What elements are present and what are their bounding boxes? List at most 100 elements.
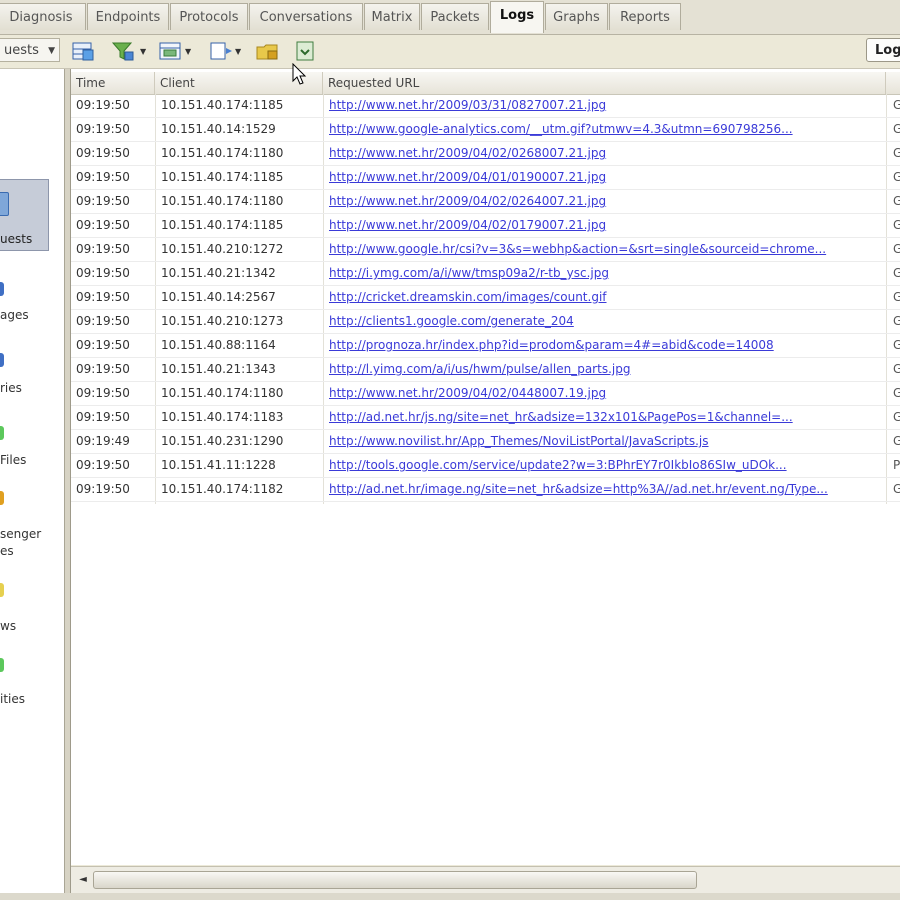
table-row[interactable]: 09:19:50 10.151.40.14:1529 http://www.goog… bbox=[71, 118, 900, 142]
scroll-thumb[interactable] bbox=[93, 871, 697, 889]
horizontal-scrollbar[interactable]: ◄ bbox=[71, 866, 900, 893]
cell-method: G bbox=[893, 290, 900, 304]
toolbar: uests ▼ ▼ ▼ ▼ Log bbox=[0, 35, 900, 69]
cell-requested-url[interactable]: http://www.net.hr/2009/04/02/0448007.19.… bbox=[329, 382, 881, 405]
tab-reports[interactable]: Reports bbox=[609, 3, 681, 30]
table-row[interactable]: 09:19:50 10.151.40.174:1185 http://www.net… bbox=[71, 214, 900, 238]
cell-time: 09:19:50 bbox=[76, 98, 130, 112]
table-row[interactable]: 09:19:50 10.151.41.11:1228 http://tools.go… bbox=[71, 454, 900, 478]
table-row[interactable]: 09:19:50 10.151.40.174:1180 http://www.net… bbox=[71, 142, 900, 166]
cell-time: 09:19:50 bbox=[76, 410, 130, 424]
cell-requested-url[interactable]: http://ad.net.hr/js.ng/site=net_hr&adsiz… bbox=[329, 406, 881, 429]
cell-time: 09:19:50 bbox=[76, 314, 130, 328]
files-icon bbox=[0, 426, 4, 440]
table-row[interactable]: 09:19:50 10.151.40.174:1183 http://ad.net.… bbox=[71, 406, 900, 430]
table-view-icon[interactable] bbox=[70, 40, 96, 62]
cell-requested-url[interactable]: http://www.net.hr/2009/04/02/0268007.21.… bbox=[329, 142, 881, 165]
cell-time: 09:19:50 bbox=[76, 362, 130, 376]
cell-requested-url[interactable]: http://l.yimg.com/a/i/us/hwm/pulse/allen… bbox=[329, 358, 881, 381]
column-header-label: Client bbox=[160, 76, 195, 90]
tab-endpoints[interactable]: Endpoints bbox=[87, 3, 169, 30]
filter-icon[interactable] bbox=[110, 40, 136, 62]
table-row[interactable]: 09:19:50 10.151.40.174:1185 http://www.net… bbox=[71, 94, 900, 118]
table-row[interactable]: 09:19:50 10.151.40.174:1185 http://www.net… bbox=[71, 166, 900, 190]
table-row[interactable]: 09:19:49 10.151.40.231:1290 http://www.nov… bbox=[71, 430, 900, 454]
tab-label: Logs bbox=[499, 8, 535, 23]
sidebar: uests ages ries Files senger es ws ities bbox=[0, 69, 65, 900]
tab-conversations[interactable]: Conversations bbox=[249, 3, 363, 30]
tab-protocols[interactable]: Protocols bbox=[170, 3, 248, 30]
cell-requested-url[interactable]: http://cricket.dreamskin.com/images/coun… bbox=[329, 286, 881, 309]
cell-requested-url[interactable]: http://www.net.hr/2009/04/02/0179007.21.… bbox=[329, 214, 881, 237]
cell-client: 10.151.40.210:1272 bbox=[161, 242, 284, 256]
table-row[interactable]: 09:19:50 10.151.40.174:1180 http://www.net… bbox=[71, 382, 900, 406]
cell-method: G bbox=[893, 314, 900, 328]
sidebar-item-label: uests bbox=[0, 232, 33, 246]
cell-client: 10.151.40.174:1185 bbox=[161, 170, 284, 184]
column-header-extra[interactable] bbox=[886, 72, 900, 94]
sidebar-item-label: ries bbox=[0, 381, 22, 395]
sidebar-item-label: ws bbox=[0, 619, 17, 633]
tab-label: Reports bbox=[620, 10, 670, 25]
logs-button[interactable]: Log bbox=[866, 38, 900, 62]
cell-time: 09:19:50 bbox=[76, 170, 130, 184]
cell-requested-url[interactable]: http://www.net.hr/2009/04/02/0264007.21.… bbox=[329, 190, 881, 213]
tab-packets[interactable]: Packets bbox=[421, 3, 489, 30]
tab-logs[interactable]: Logs bbox=[490, 1, 544, 33]
cell-requested-url[interactable]: http://www.net.hr/2009/04/01/0190007.21.… bbox=[329, 166, 881, 189]
tab-graphs[interactable]: Graphs bbox=[545, 3, 608, 30]
cell-requested-url[interactable]: http://www.google-analytics.com/__utm.gi… bbox=[329, 118, 881, 141]
cell-method: G bbox=[893, 194, 900, 208]
table-row[interactable]: 09:19:50 10.151.40.21:1343 http://l.yimg.c… bbox=[71, 358, 900, 382]
table-row[interactable]: 09:19:50 10.151.40.21:1342 http://i.ymg.co… bbox=[71, 262, 900, 286]
cell-method: P bbox=[893, 458, 900, 472]
table-row[interactable]: 09:19:50 10.151.40.14:2567 http://cricket.… bbox=[71, 286, 900, 310]
table-row[interactable]: 09:19:50 10.151.40.210:1273 http://clients… bbox=[71, 310, 900, 334]
messenger-icon bbox=[0, 491, 4, 505]
table-row[interactable]: 09:19:50 10.151.40.88:1164 http://prognoza… bbox=[71, 334, 900, 358]
column-header-time[interactable]: Time bbox=[71, 72, 155, 94]
columns-icon[interactable] bbox=[158, 40, 184, 62]
cell-method: G bbox=[893, 242, 900, 256]
cell-time: 09:19:50 bbox=[76, 386, 130, 400]
cell-requested-url[interactable]: http://clients1.google.com/generate_204 bbox=[329, 310, 881, 333]
cell-requested-url[interactable]: http://tools.google.com/service/update2?… bbox=[329, 454, 881, 477]
cell-time: 09:19:50 bbox=[76, 146, 130, 160]
cell-client: 10.151.40.174:1183 bbox=[161, 410, 284, 424]
table-row[interactable]: 09:19:50 10.151.40.174:1182 http://ad.net.… bbox=[71, 478, 900, 502]
sidebar-item-label: senger bbox=[0, 527, 42, 541]
cell-requested-url[interactable]: http://ad.net.hr/image.ng/site=net_hr&ad… bbox=[329, 478, 881, 501]
folder-lock-icon[interactable] bbox=[255, 40, 281, 62]
cell-requested-url[interactable]: http://www.google.hr/csi?v=3&s=webhp&act… bbox=[329, 238, 881, 261]
cell-client: 10.151.40.21:1342 bbox=[161, 266, 276, 280]
filter-dropdown-icon[interactable]: ▼ bbox=[140, 47, 146, 56]
messages-icon bbox=[0, 282, 4, 296]
column-header-requested-url[interactable]: Requested URL bbox=[323, 72, 886, 94]
tab-matrix[interactable]: Matrix bbox=[364, 3, 420, 30]
cell-requested-url[interactable]: http://i.ymg.com/a/i/ww/tmsp09a2/r-tb_ys… bbox=[329, 262, 881, 285]
logs-button-label: Log bbox=[875, 43, 900, 58]
columns-dropdown-icon[interactable]: ▼ bbox=[185, 47, 191, 56]
tab-label: Diagnosis bbox=[9, 10, 73, 25]
cell-time: 09:19:50 bbox=[76, 482, 130, 496]
cell-requested-url[interactable]: http://prognoza.hr/index.php?id=prodom&p… bbox=[329, 334, 881, 357]
cell-method: G bbox=[893, 218, 900, 232]
export-dropdown-icon[interactable]: ▼ bbox=[235, 47, 241, 56]
table-row[interactable]: 09:19:50 10.151.40.210:1272 http://www.goo… bbox=[71, 238, 900, 262]
cell-time: 09:19:50 bbox=[76, 266, 130, 280]
cell-method: G bbox=[893, 122, 900, 136]
scroll-left-arrow-icon[interactable]: ◄ bbox=[73, 870, 93, 890]
save-icon[interactable] bbox=[293, 40, 319, 62]
export-icon[interactable] bbox=[208, 40, 234, 62]
sidebar-item-requests[interactable]: uests bbox=[0, 179, 49, 251]
cell-requested-url[interactable]: http://www.net.hr/2009/03/31/0827007.21.… bbox=[329, 94, 881, 117]
cell-client: 10.151.40.174:1182 bbox=[161, 482, 284, 496]
view-select[interactable]: uests ▼ bbox=[0, 38, 60, 62]
cell-client: 10.151.40.14:2567 bbox=[161, 290, 276, 304]
cell-requested-url[interactable]: http://www.novilist.hr/App_Themes/NoviLi… bbox=[329, 430, 881, 453]
table-row[interactable]: 09:19:50 10.151.40.174:1180 http://www.net… bbox=[71, 190, 900, 214]
sidebar-item-label: ages bbox=[0, 308, 29, 322]
tab-diagnosis[interactable]: Diagnosis bbox=[0, 3, 86, 30]
requests-icon bbox=[0, 192, 9, 216]
cell-time: 09:19:50 bbox=[76, 290, 130, 304]
